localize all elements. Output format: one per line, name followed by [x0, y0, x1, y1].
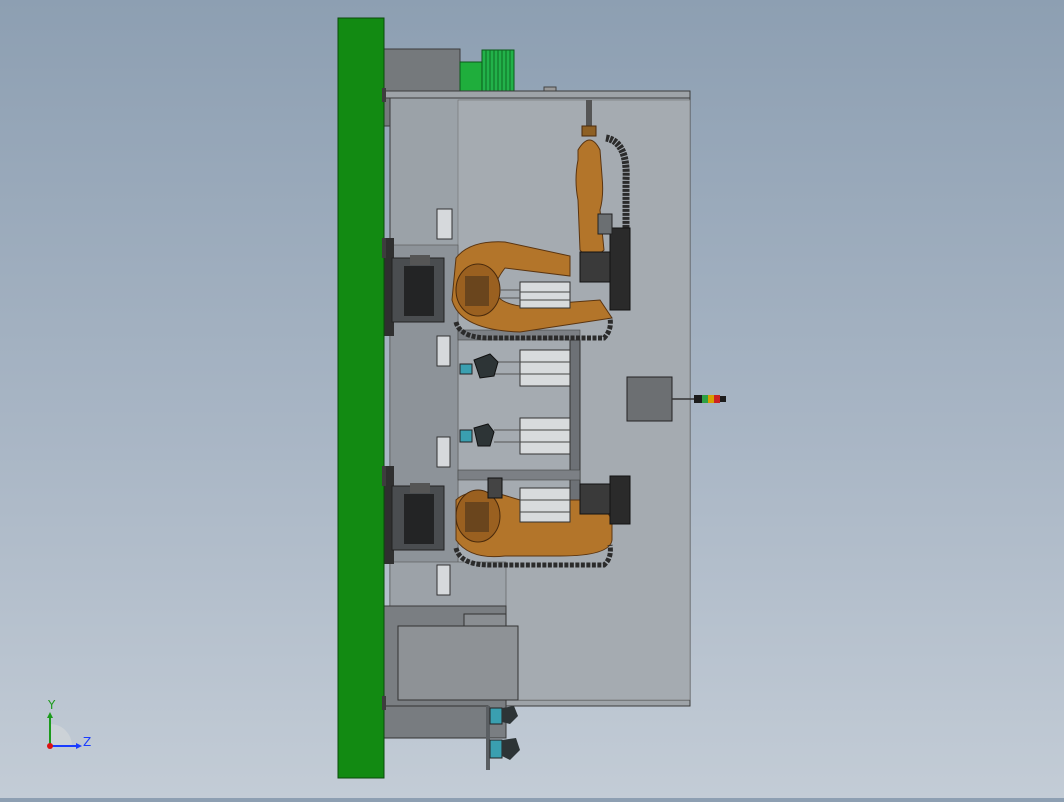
signal-tower: [694, 395, 726, 403]
orientation-triad: Y Z: [38, 698, 98, 758]
triad-axes: [47, 712, 82, 749]
top-rail: [383, 90, 691, 99]
green-back-wall: [337, 17, 385, 779]
cad-viewport[interactable]: [0, 0, 1064, 798]
assembly-model[interactable]: [0, 0, 1064, 798]
triad-y-label: Y: [48, 698, 56, 712]
triad-z-label: Z: [83, 735, 92, 749]
control-box: [626, 376, 673, 422]
